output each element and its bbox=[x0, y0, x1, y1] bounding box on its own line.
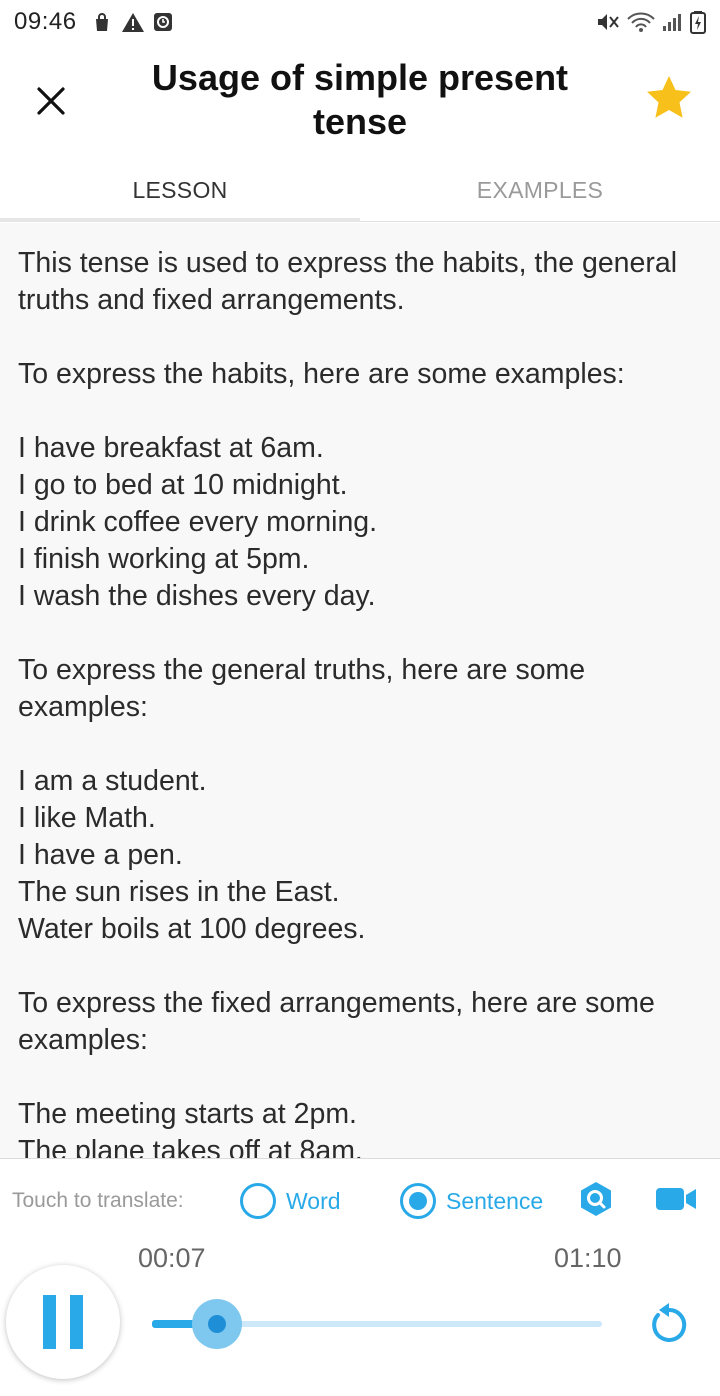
shopping-bag-icon bbox=[91, 11, 113, 33]
signal-icon bbox=[662, 11, 684, 33]
close-button[interactable] bbox=[26, 78, 76, 128]
battery-charging-icon bbox=[690, 10, 706, 34]
video-camera-icon bbox=[655, 1185, 697, 1218]
favorite-button[interactable] bbox=[640, 70, 698, 128]
progress-thumb[interactable] bbox=[192, 1299, 242, 1349]
tab-bar: LESSON EXAMPLES bbox=[0, 160, 720, 222]
status-time: 09:46 bbox=[14, 8, 77, 35]
lesson-paragraph[interactable]: To express the habits, here are some exa… bbox=[18, 356, 702, 393]
replay-button[interactable] bbox=[642, 1299, 696, 1353]
status-right-icons bbox=[596, 10, 706, 34]
star-icon bbox=[646, 75, 692, 124]
lesson-text: This tense is used to express the habits… bbox=[0, 223, 720, 1158]
lesson-paragraph[interactable]: I have breakfast at 6am. I go to bed at … bbox=[18, 430, 702, 615]
wifi-icon bbox=[626, 11, 656, 33]
lesson-paragraph[interactable]: To express the general truths, here are … bbox=[18, 652, 702, 726]
sentence-option-label: Sentence bbox=[446, 1187, 544, 1214]
pause-button[interactable] bbox=[6, 1265, 120, 1379]
tab-lesson-label: LESSON bbox=[132, 177, 228, 203]
search-icon bbox=[577, 1180, 615, 1223]
tab-examples[interactable]: EXAMPLES bbox=[360, 160, 720, 221]
search-button[interactable] bbox=[576, 1181, 616, 1221]
lesson-paragraph[interactable]: To express the fixed arrangements, here … bbox=[18, 985, 702, 1059]
header: Usage of simple present tense bbox=[0, 44, 720, 154]
tab-examples-label: EXAMPLES bbox=[476, 177, 604, 203]
progress-slider[interactable] bbox=[152, 1299, 602, 1349]
progress-filled bbox=[152, 1320, 197, 1328]
sentence-radio[interactable] bbox=[400, 1183, 436, 1219]
video-button[interactable] bbox=[654, 1181, 698, 1221]
alarm-icon bbox=[153, 12, 173, 32]
sentence-option[interactable]: Sentence bbox=[400, 1183, 543, 1219]
total-time: 01:10 bbox=[554, 1243, 622, 1273]
mute-icon bbox=[596, 11, 620, 33]
lesson-paragraph[interactable]: The meeting starts at 2pm. The plane tak… bbox=[18, 1096, 702, 1158]
lesson-paragraph[interactable]: I am a student. I like Math. I have a pe… bbox=[18, 763, 702, 948]
lesson-content[interactable]: This tense is used to express the habits… bbox=[0, 223, 720, 1158]
page-title: Usage of simple present tense bbox=[151, 57, 569, 142]
word-option[interactable]: Word bbox=[240, 1183, 341, 1219]
current-time: 00:07 bbox=[138, 1243, 206, 1273]
translate-row: Touch to translate: Word Sentence bbox=[0, 1179, 720, 1223]
replay-icon bbox=[647, 1301, 691, 1352]
status-bar: 09:46 bbox=[0, 0, 720, 44]
player-panel: Touch to translate: Word Sentence 00:07 … bbox=[0, 1158, 720, 1396]
word-option-label: Word bbox=[286, 1187, 341, 1214]
warning-icon bbox=[121, 11, 145, 33]
status-left-icons bbox=[91, 11, 173, 33]
word-radio[interactable] bbox=[240, 1183, 276, 1219]
pause-icon bbox=[36, 1295, 90, 1349]
lesson-paragraph[interactable]: This tense is used to express the habits… bbox=[18, 245, 702, 319]
translate-label: Touch to translate: bbox=[12, 1189, 184, 1212]
tab-active-indicator bbox=[0, 218, 360, 222]
close-icon bbox=[36, 86, 66, 121]
tab-lesson[interactable]: LESSON bbox=[0, 160, 360, 222]
